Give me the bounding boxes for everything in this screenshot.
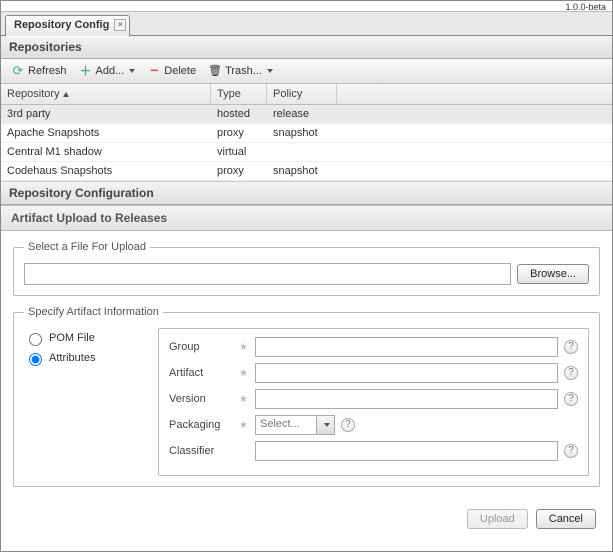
- trash-button[interactable]: Trash...: [204, 62, 277, 80]
- version-input[interactable]: [255, 389, 558, 409]
- help-icon[interactable]: ?: [564, 392, 578, 406]
- browse-button[interactable]: Browse...: [517, 264, 589, 284]
- table-row[interactable]: Central M1 shadow virtual: [1, 143, 612, 162]
- label-artifact: Artifact: [169, 367, 233, 379]
- help-icon[interactable]: ?: [564, 366, 578, 380]
- label-version: Version: [169, 393, 233, 405]
- section-repo-config: Repository Configuration: [1, 182, 612, 205]
- help-icon[interactable]: ?: [341, 418, 355, 432]
- delete-label: Delete: [164, 65, 196, 77]
- radio-pom[interactable]: POM File: [24, 330, 144, 346]
- refresh-icon: [11, 64, 25, 78]
- help-icon[interactable]: ?: [564, 340, 578, 354]
- sort-asc-icon: [63, 92, 69, 97]
- required-icon: ★: [239, 394, 249, 405]
- artifact-input[interactable]: [255, 363, 558, 383]
- version-label: 1.0.0-beta: [1, 1, 612, 12]
- cell-type: virtual: [211, 143, 267, 161]
- radio-attributes-label: Attributes: [49, 352, 95, 364]
- cell-policy: [267, 143, 337, 161]
- repositories-grid: Repository Type Policy 3rd party hosted …: [1, 84, 612, 182]
- chevron-down-icon: [129, 69, 135, 73]
- group-input[interactable]: [255, 337, 558, 357]
- tab-close-icon[interactable]: ×: [114, 19, 126, 31]
- window: 1.0.0-beta Repository Config × Repositor…: [0, 0, 613, 552]
- refresh-button[interactable]: Refresh: [7, 62, 71, 80]
- cell-repo: Central M1 shadow: [1, 143, 211, 161]
- table-row[interactable]: 3rd party hosted release: [1, 105, 612, 124]
- fieldset-artifact-info-legend: Specify Artifact Information: [24, 306, 163, 318]
- required-icon: ★: [239, 368, 249, 379]
- delete-button[interactable]: Delete: [143, 62, 200, 80]
- tab-strip: Repository Config ×: [1, 12, 612, 36]
- col-type[interactable]: Type: [211, 84, 267, 104]
- table-row[interactable]: Apache Snapshots proxy snapshot: [1, 124, 612, 143]
- add-label: Add...: [96, 65, 125, 77]
- cell-repo: 3rd party: [1, 105, 211, 123]
- config-panel: Artifact Upload to Releases Select a Fil…: [1, 205, 612, 539]
- radio-attributes-input[interactable]: [29, 353, 42, 366]
- label-classifier: Classifier: [169, 445, 233, 457]
- table-row[interactable]: Codehaus Snapshots proxy snapshot: [1, 162, 612, 181]
- label-group: Group: [169, 341, 233, 353]
- tab-repository-config[interactable]: Repository Config ×: [5, 15, 130, 37]
- toolbar: Refresh Add... Delete Trash...: [1, 59, 612, 84]
- file-path-input[interactable]: [24, 263, 511, 285]
- fieldset-select-file-legend: Select a File For Upload: [24, 241, 150, 253]
- col-repository[interactable]: Repository: [1, 84, 211, 104]
- chevron-down-icon[interactable]: [316, 416, 334, 434]
- footer: Upload Cancel: [1, 501, 612, 539]
- panel-body: Select a File For Upload Browse... Speci…: [1, 231, 612, 501]
- radio-attributes[interactable]: Attributes: [24, 350, 144, 366]
- refresh-label: Refresh: [28, 65, 67, 77]
- grid-header: Repository Type Policy: [1, 84, 612, 105]
- cell-type: hosted: [211, 105, 267, 123]
- cell-policy: release: [267, 105, 337, 123]
- add-button[interactable]: Add...: [75, 62, 140, 80]
- cell-policy: snapshot: [267, 124, 337, 142]
- radio-pom-input[interactable]: [29, 333, 42, 346]
- radio-column: POM File Attributes: [24, 328, 144, 370]
- chevron-down-icon: [267, 69, 273, 73]
- packaging-select[interactable]: Select...: [255, 415, 335, 435]
- packaging-value: Select...: [256, 416, 316, 434]
- required-icon: ★: [239, 420, 249, 431]
- col-repository-label: Repository: [7, 88, 60, 100]
- label-packaging: Packaging: [169, 419, 233, 431]
- attributes-box: Group ★ ? Artifact ★ ? Version: [158, 328, 589, 476]
- section-repositories: Repositories: [1, 36, 612, 59]
- trash-label: Trash...: [225, 65, 262, 77]
- cell-type: proxy: [211, 124, 267, 142]
- add-icon: [79, 64, 93, 78]
- radio-pom-label: POM File: [49, 332, 95, 344]
- classifier-input[interactable]: [255, 441, 558, 461]
- delete-icon: [147, 64, 161, 78]
- required-icon: ★: [239, 342, 249, 353]
- trash-icon: [208, 64, 222, 78]
- artifact-upload-header: Artifact Upload to Releases: [1, 205, 612, 231]
- cell-type: proxy: [211, 162, 267, 180]
- grid-body: 3rd party hosted release Apache Snapshot…: [1, 105, 612, 181]
- cancel-button[interactable]: Cancel: [536, 509, 596, 529]
- fieldset-artifact-info: Specify Artifact Information POM File At…: [13, 306, 600, 487]
- cell-repo: Codehaus Snapshots: [1, 162, 211, 180]
- cell-repo: Apache Snapshots: [1, 124, 211, 142]
- col-policy[interactable]: Policy: [267, 84, 337, 104]
- help-icon[interactable]: ?: [564, 444, 578, 458]
- fieldset-select-file: Select a File For Upload Browse...: [13, 241, 600, 296]
- tab-label: Repository Config: [14, 19, 109, 31]
- cell-policy: snapshot: [267, 162, 337, 180]
- upload-button[interactable]: Upload: [467, 509, 528, 529]
